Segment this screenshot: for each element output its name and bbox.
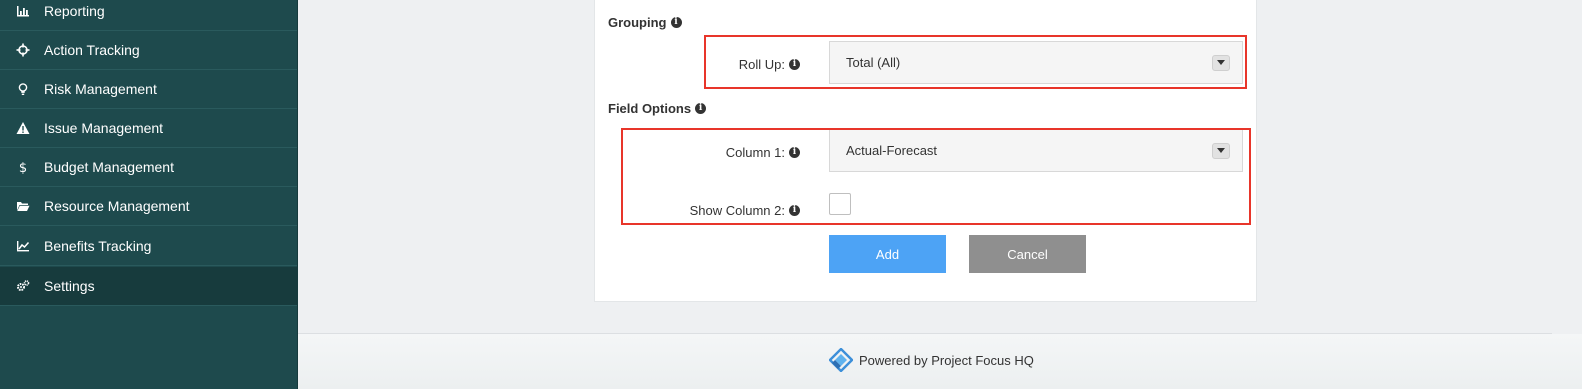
sidebar-item-risk-management[interactable]: Risk Management — [0, 70, 297, 109]
sidebar-item-label: Reporting — [44, 3, 105, 19]
add-button[interactable]: Add — [829, 235, 946, 273]
project-focus-logo-icon — [829, 348, 853, 372]
sidebar-item-settings[interactable]: Settings — [0, 267, 297, 306]
sidebar-item-action-tracking[interactable]: Action Tracking — [0, 31, 297, 70]
sidebar-item-label: Issue Management — [44, 120, 164, 136]
sidebar-item-reporting[interactable]: Reporting — [0, 0, 297, 31]
sidebar-item-label: Budget Management — [44, 159, 174, 175]
info-icon[interactable]: i — [789, 59, 800, 70]
sidebar-item-label: Risk Management — [44, 81, 157, 97]
info-icon[interactable]: i — [695, 103, 707, 114]
cancel-button[interactable]: Cancel — [969, 235, 1086, 273]
warning-icon — [15, 120, 31, 136]
column1-label: Column 1: i — [660, 145, 800, 160]
chevron-down-icon — [1212, 54, 1230, 71]
svg-text:$: $ — [19, 161, 27, 174]
rollup-label: Roll Up: i — [700, 57, 800, 72]
rollup-select-value: Total (All) — [846, 55, 901, 70]
lightbulb-icon — [15, 81, 31, 97]
field-options-heading: Field Options i — [608, 101, 707, 116]
sidebar-item-label: Resource Management — [44, 198, 190, 214]
chevron-down-icon — [1212, 142, 1230, 159]
dollar-icon: $ — [15, 159, 31, 175]
line-chart-icon — [15, 238, 31, 254]
sidebar: Reporting Action Tracking Risk Managemen… — [0, 0, 298, 389]
sidebar-item-resource-management[interactable]: Resource Management — [0, 187, 297, 226]
crosshair-icon — [15, 42, 31, 58]
grouping-heading: Grouping i — [608, 15, 682, 30]
info-icon[interactable]: i — [670, 17, 682, 28]
folder-open-icon — [15, 198, 31, 214]
sidebar-item-issue-management[interactable]: Issue Management — [0, 109, 297, 148]
column1-select-value: Actual-Forecast — [846, 143, 938, 158]
column1-select[interactable]: Actual-Forecast — [829, 129, 1243, 172]
info-icon[interactable]: i — [789, 205, 800, 216]
footer-text: Powered by Project Focus HQ — [859, 352, 1034, 368]
show-column2-checkbox[interactable] — [829, 193, 851, 215]
sidebar-item-label: Settings — [44, 278, 95, 294]
footer-brand: Powered by Project Focus HQ — [829, 348, 1034, 372]
info-icon[interactable]: i — [789, 147, 800, 158]
sidebar-item-budget-management[interactable]: $ Budget Management — [0, 148, 297, 187]
rollup-select[interactable]: Total (All) — [829, 41, 1243, 84]
gears-icon — [15, 278, 31, 294]
bar-chart-icon — [15, 3, 31, 19]
sidebar-item-benefits-tracking[interactable]: Benefits Tracking — [0, 227, 297, 266]
sidebar-item-label: Action Tracking — [44, 42, 140, 58]
show-column2-label: Show Column 2: i — [640, 203, 800, 218]
sidebar-item-label: Benefits Tracking — [44, 238, 152, 254]
